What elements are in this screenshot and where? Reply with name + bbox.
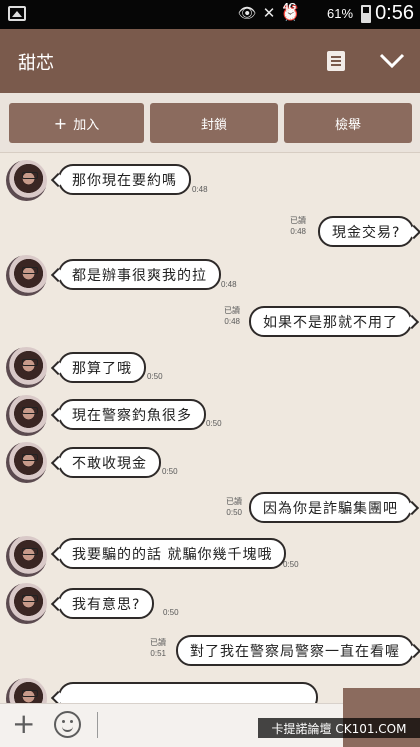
- avatar[interactable]: [6, 442, 47, 483]
- message-bubble[interactable]: 如果不是那就不用了: [249, 306, 412, 337]
- message-text: 對了我在警察局警察一直在看喔: [190, 643, 400, 660]
- message-bubble[interactable]: 因為你是詐騙集團吧: [249, 492, 412, 523]
- message-bubble[interactable]: 那算了哦: [58, 352, 146, 383]
- add-label: 加入: [73, 117, 100, 133]
- image-notification-icon: [8, 6, 26, 21]
- read-receipt: 已讀: [224, 306, 240, 315]
- message-time: 0:48: [221, 280, 237, 289]
- sticker-icon[interactable]: [54, 711, 81, 738]
- message-time: 0:50: [147, 372, 163, 381]
- message-text: 不敢收現金: [72, 455, 147, 472]
- message-text: 那你現在要約嗎: [72, 172, 177, 189]
- message-time: 0:48: [192, 185, 208, 194]
- message-time: 0:50: [163, 608, 179, 617]
- chevron-down-icon[interactable]: [377, 49, 407, 71]
- avatar[interactable]: [6, 347, 47, 388]
- message-time: 0:50: [206, 419, 222, 428]
- mute-icon: ✕: [262, 4, 276, 22]
- message-bubble[interactable]: 我要騙的的話 就騙你幾千塊哦: [58, 538, 287, 569]
- plus-icon: +: [53, 113, 68, 133]
- report-button[interactable]: 檢舉: [284, 103, 412, 143]
- message-text: 我有意思?: [72, 596, 141, 613]
- avatar[interactable]: [6, 583, 47, 624]
- message-text: 那算了哦: [72, 360, 132, 377]
- message-time: 0:48: [224, 317, 240, 326]
- report-label: 檢舉: [334, 117, 361, 133]
- avatar[interactable]: [6, 536, 47, 577]
- avatar[interactable]: [6, 678, 47, 703]
- chat-header: 甜芯: [0, 29, 420, 93]
- divider: [97, 712, 98, 738]
- network-label: 4G: [283, 2, 297, 13]
- note-menu-icon[interactable]: [327, 51, 345, 71]
- battery-icon: [361, 5, 371, 23]
- message-time: 0:50: [162, 467, 178, 476]
- message-list[interactable]: 那你現在要約嗎 0:48 已讀 0:48 現金交易? 都是辦事很爽我的拉 0:48…: [0, 153, 420, 703]
- contact-name: 甜芯: [18, 53, 54, 74]
- read-receipt: 已讀: [290, 216, 306, 225]
- message-bubble[interactable]: [58, 682, 318, 703]
- block-label: 封鎖: [200, 117, 227, 133]
- message-text: 現在警察釣魚很多: [72, 407, 192, 424]
- message-bubble[interactable]: 都是辦事很爽我的拉: [58, 259, 221, 290]
- message-text: 如果不是那就不用了: [263, 314, 398, 331]
- avatar[interactable]: [6, 255, 47, 296]
- avatar[interactable]: [6, 395, 47, 436]
- read-receipt: 已讀: [226, 497, 242, 506]
- message-text: 因為你是詐騙集團吧: [263, 500, 398, 517]
- message-meta: 已讀 0:48: [290, 215, 306, 237]
- message-text: 現金交易?: [332, 224, 401, 241]
- message-time: 0:48: [290, 227, 306, 236]
- clock: 0:56: [375, 2, 414, 24]
- battery-percentage: 61%: [327, 6, 354, 21]
- message-bubble[interactable]: 現金交易?: [318, 216, 415, 247]
- attach-plus-icon[interactable]: +: [12, 710, 35, 738]
- action-bar: + 加入 封鎖 檢舉: [0, 93, 420, 153]
- message-time: 0:50: [226, 508, 242, 517]
- read-receipt: 已讀: [150, 638, 166, 647]
- message-bubble[interactable]: 我有意思?: [58, 588, 155, 619]
- status-bar: 👁 ✕ ⏰ 4G 61% 0:56: [0, 0, 420, 29]
- add-friend-button[interactable]: + 加入: [9, 103, 144, 143]
- message-meta: 已讀 0:51: [150, 637, 166, 659]
- message-bubble[interactable]: 對了我在警察局警察一直在看喔: [176, 635, 414, 666]
- message-bubble[interactable]: 現在警察釣魚很多: [58, 399, 206, 430]
- message-text: 我要騙的的話 就騙你幾千塊哦: [72, 546, 273, 563]
- message-meta: 已讀 0:50: [226, 496, 242, 518]
- message-meta: 已讀 0:48: [224, 305, 240, 327]
- message-text: 都是辦事很爽我的拉: [72, 267, 207, 284]
- avatar[interactable]: [6, 160, 47, 201]
- message-bubble[interactable]: 那你現在要約嗎: [58, 164, 191, 195]
- watermark: 卡提諾論壇 CK101.COM: [258, 718, 420, 738]
- block-button[interactable]: 封鎖: [150, 103, 278, 143]
- message-bubble[interactable]: 不敢收現金: [58, 447, 161, 478]
- message-time: 0:50: [283, 560, 299, 569]
- eye-icon: 👁: [237, 4, 257, 22]
- message-time: 0:51: [150, 649, 166, 658]
